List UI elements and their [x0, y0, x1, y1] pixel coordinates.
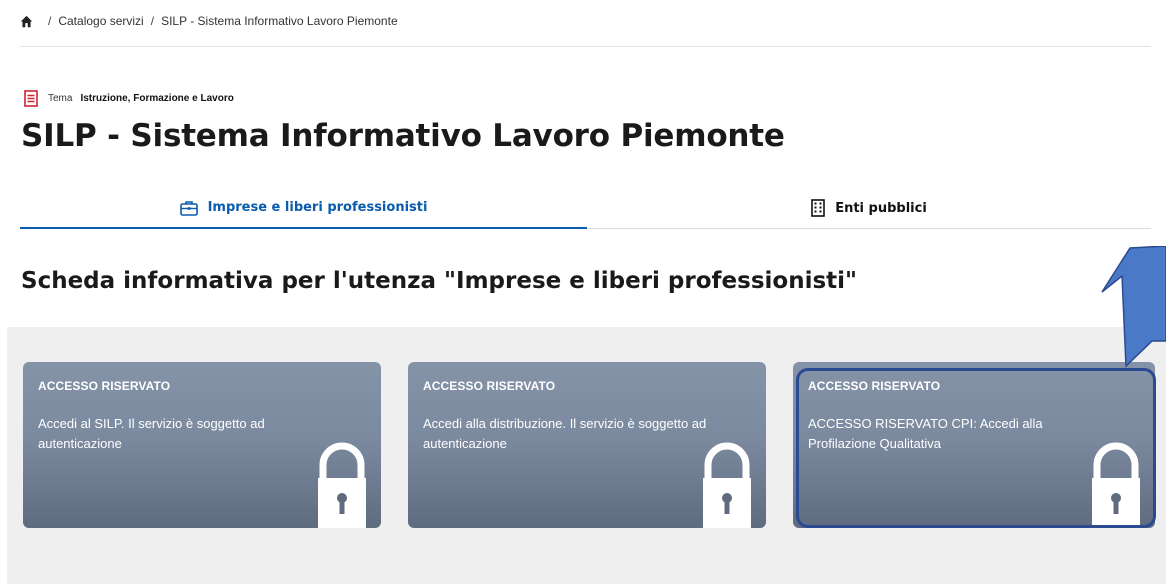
- card-accesso-silp[interactable]: ACCESSO RISERVATO Accedi al SILP. Il ser…: [23, 362, 381, 528]
- document-icon: [24, 90, 38, 107]
- breadcrumb: / Catalogo servizi / SILP - Sistema Info…: [20, 14, 1151, 47]
- home-icon[interactable]: [20, 15, 33, 28]
- tab-imprese[interactable]: Imprese e liberi professionisti: [20, 188, 587, 229]
- topic-label: Tema: [48, 93, 73, 104]
- lock-icon: [703, 442, 751, 528]
- breadcrumb-current: SILP - Sistema Informativo Lavoro Piemon…: [161, 14, 398, 28]
- topic-row: Tema Istruzione, Formazione e Lavoro: [24, 90, 234, 107]
- breadcrumb-separator: /: [150, 14, 155, 28]
- card-description: Accedi al SILP. Il servizio è soggetto a…: [38, 416, 265, 451]
- topic-value[interactable]: Istruzione, Formazione e Lavoro: [80, 93, 233, 104]
- building-icon: [811, 199, 826, 217]
- breadcrumb-separator: /: [48, 14, 52, 28]
- card-accesso-distribuzione[interactable]: ACCESSO RISERVATO Accedi alla distribuzi…: [408, 362, 766, 528]
- card-heading: ACCESSO RISERVATO: [38, 379, 171, 393]
- lock-icon: [318, 442, 366, 528]
- tab-enti-pubblici[interactable]: Enti pubblici: [587, 188, 1151, 228]
- tab-imprese-label: Imprese e liberi professionisti: [207, 200, 428, 215]
- section-title: Scheda informativa per l'utenza "Imprese…: [21, 268, 858, 294]
- tab-enti-label: Enti pubblici: [835, 200, 927, 216]
- briefcase-icon: [179, 200, 198, 216]
- page-title: SILP - Sistema Informativo Lavoro Piemon…: [21, 118, 785, 154]
- breadcrumb-catalogo-servizi[interactable]: Catalogo servizi: [58, 14, 143, 28]
- card-description: Accedi alla distribuzione. Il servizio è…: [423, 416, 707, 451]
- tab-bar: Imprese e liberi professionisti Enti pub…: [20, 188, 1151, 229]
- pointer-arrow-icon: [1101, 246, 1166, 368]
- card-heading: ACCESSO RISERVATO: [423, 379, 556, 393]
